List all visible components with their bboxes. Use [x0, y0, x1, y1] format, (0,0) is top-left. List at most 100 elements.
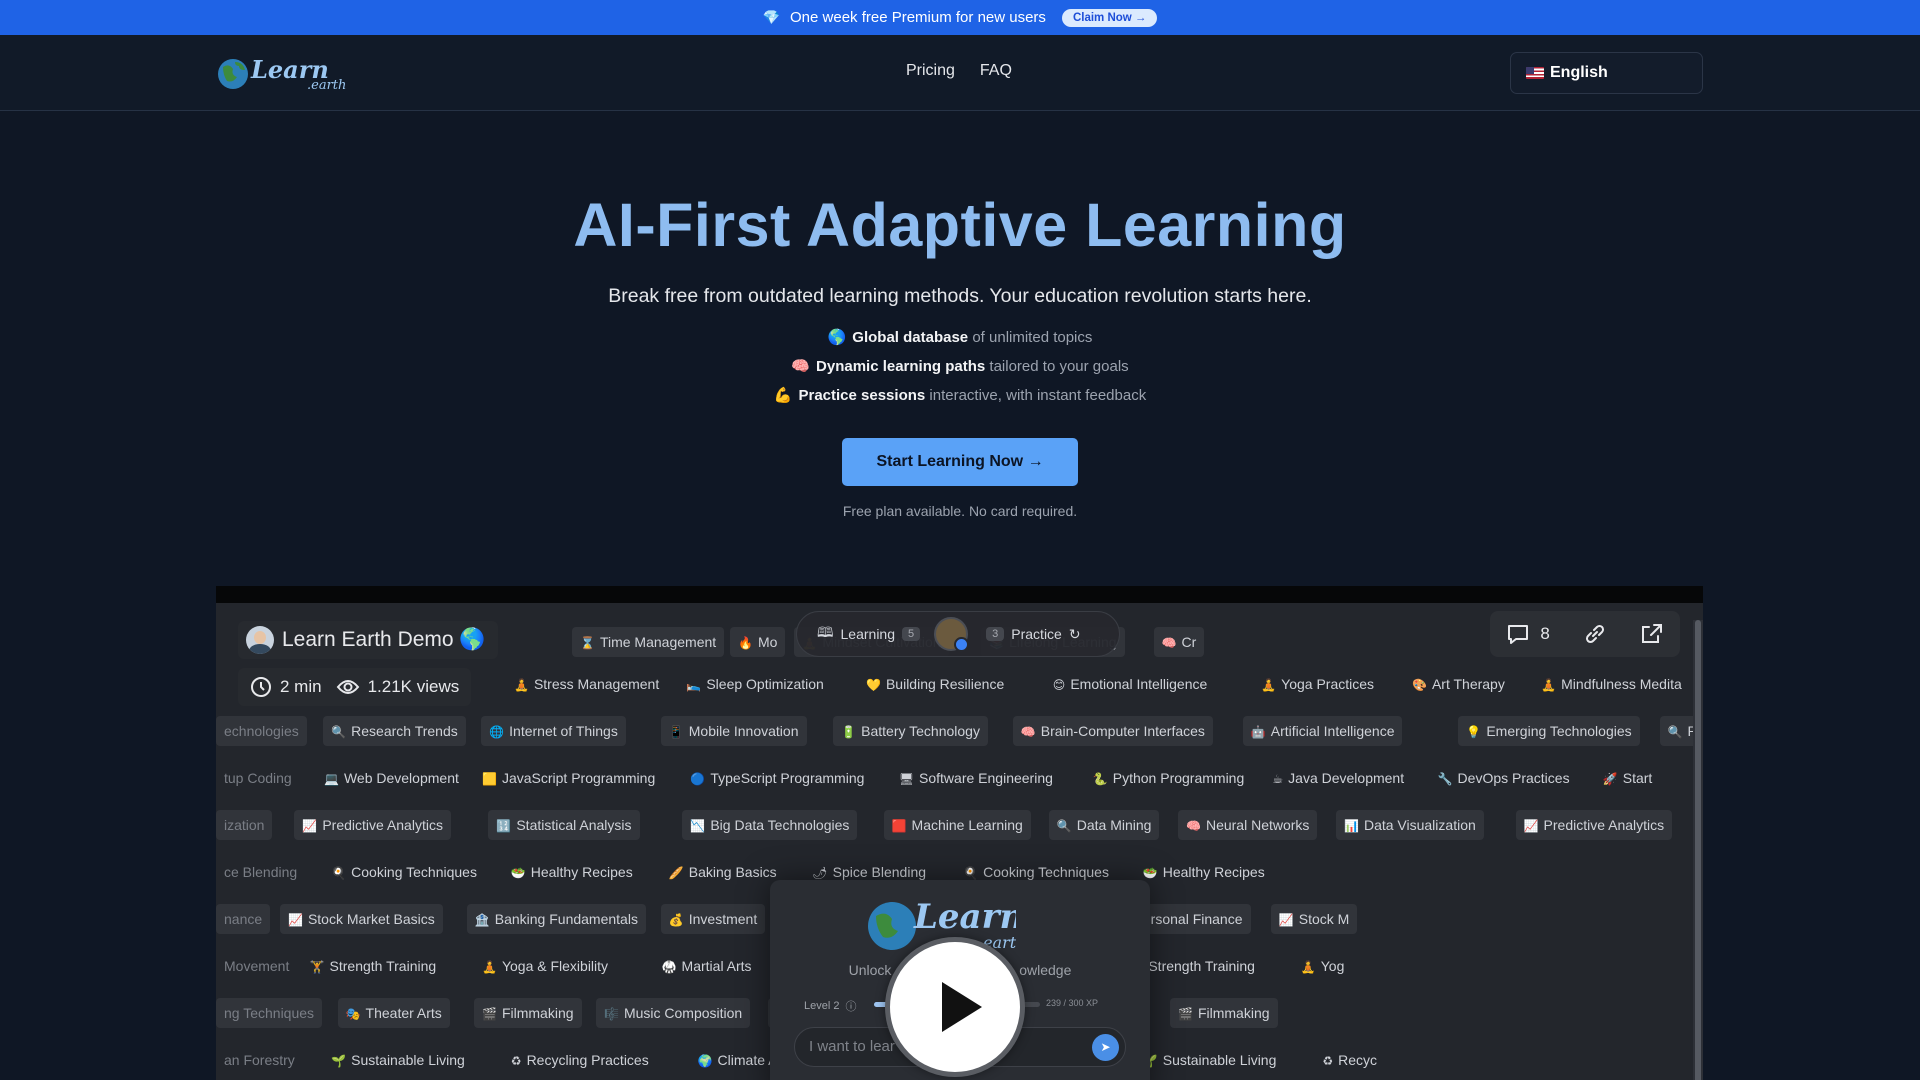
topic-label: Java Development [1288, 770, 1405, 786]
topic-pill[interactable]: 🧠 Neural Networks [1178, 810, 1318, 840]
scrollbar[interactable] [1693, 620, 1703, 1080]
topic-pill[interactable]: 🛌 Sleep Optimization [678, 669, 831, 699]
practice-tab[interactable]: 3 Practice ↻ [986, 626, 1081, 643]
topic-pill[interactable]: 🎨 Art Therapy [1404, 669, 1513, 699]
nav-pricing-link[interactable]: Pricing [906, 62, 955, 80]
topic-pill[interactable]: 🔋 Battery Technology [833, 716, 988, 746]
topic-pill[interactable]: ization [216, 810, 273, 840]
topic-pill[interactable]: echnologies [216, 716, 307, 746]
topic-pill[interactable]: 🎬 Filmmaking [474, 998, 582, 1028]
topic-pill[interactable]: 💛 Building Resilience [858, 669, 1012, 699]
topic-pill[interactable]: 🟨 JavaScript Programming [474, 763, 663, 793]
topic-pill[interactable]: 🏦 Banking Fundamentals [466, 904, 646, 934]
duration-value: 2 min [280, 677, 322, 696]
comment-icon [1508, 625, 1529, 644]
topic-pill[interactable]: ⌛ Time Management [572, 627, 725, 657]
topic-pill[interactable]: 🌐 Internet of Things [481, 716, 626, 746]
topic-pill[interactable]: 🤖 Artificial Intelligence [1242, 716, 1403, 746]
learning-tab[interactable]: 🕮 Learning 5 [817, 622, 921, 646]
topic-pill[interactable]: 📈 Predictive Analytics [294, 810, 451, 840]
topic-label: Music Composition [623, 1005, 743, 1021]
language-selector[interactable]: English [1510, 52, 1703, 94]
topic-pill[interactable]: 🧘 Yog [1293, 951, 1353, 981]
topic-icon: 📈 [1523, 819, 1539, 833]
topic-pill[interactable]: 🐍 Python Programming [1085, 763, 1252, 793]
topic-pill[interactable]: 🎭 Theater Arts [337, 998, 450, 1028]
topic-pill[interactable]: 💻 Web Development [316, 763, 467, 793]
topic-pill[interactable]: 📊 Data Visualization [1336, 810, 1484, 840]
topic-pill[interactable]: 🔍 Research Trends [323, 716, 466, 746]
video-title-chip[interactable]: Learn Earth Demo 🌎 [238, 621, 498, 659]
topic-pill[interactable]: ♻ Recycling Practices [503, 1045, 657, 1075]
topic-pill[interactable]: 🧠 Cr [1153, 627, 1205, 657]
topic-pill[interactable]: 🥗 Healthy Recipes [1135, 857, 1273, 887]
topic-pill[interactable]: 🎼 Music Composition [596, 998, 751, 1028]
topic-pill[interactable]: ng Techniques [216, 998, 323, 1028]
topic-pill[interactable]: 🚀 Start [1595, 763, 1661, 793]
topic-pill[interactable]: 🍳 Cooking Techniques [323, 857, 485, 887]
topic-pill[interactable]: 📈 Stock Market Basics [280, 904, 443, 934]
topic-pill[interactable]: 🎬 Filmmaking [1170, 998, 1278, 1028]
nav-faq-link[interactable]: FAQ [980, 62, 1012, 80]
topic-pill[interactable]: 💰 Investment [660, 904, 766, 934]
mode-toggle[interactable]: 🕮 Learning 5 3 Practice ↻ [796, 611, 1120, 657]
topic-icon: 📈 [1278, 913, 1294, 927]
topic-pill[interactable]: 🟥 Machine Learning [883, 810, 1031, 840]
topic-pill[interactable]: 🧘 Stress Management [506, 669, 667, 699]
topic-pill[interactable]: tup Coding [216, 763, 300, 793]
topic-pill[interactable]: 🔧 DevOps Practices [1430, 763, 1578, 793]
topic-pill[interactable]: 📈 Predictive Analytics [1515, 810, 1673, 840]
topic-pill[interactable]: ♻ Recyc [1314, 1045, 1385, 1075]
topic-pill[interactable]: 🧘 Yoga Practices [1253, 669, 1382, 699]
globe-icon: 🌎 [827, 329, 847, 346]
topic-pill[interactable]: 🌱 Sustainable Living [323, 1045, 473, 1075]
topic-pill[interactable]: 🔵 TypeScript Programming [682, 763, 872, 793]
topic-pill[interactable]: 🌱 Sustainable Living [1135, 1045, 1285, 1075]
topic-pill[interactable]: an Forestry [216, 1045, 303, 1075]
topic-icon: 🚀 [1602, 772, 1618, 786]
copy-link-button[interactable] [1583, 622, 1607, 646]
open-external-button[interactable] [1640, 622, 1664, 646]
topic-pill[interactable]: 📈 Stock M [1270, 904, 1358, 934]
video-meta: 2 min 1.21K views [238, 668, 472, 706]
claim-now-button[interactable]: Claim Now → [1061, 8, 1158, 27]
comments-button[interactable]: 8 [1506, 623, 1550, 645]
topic-icon: 🟥 [891, 819, 907, 833]
topic-icon: 💰 [668, 913, 684, 927]
demo-video[interactable]: ⌛Time Management🔥Mo🧘Mindset Cultivation📚… [216, 586, 1703, 1080]
topic-pill[interactable]: 🔍 Data Mining [1048, 810, 1160, 840]
topic-pill[interactable]: 🧘 Yoga & Flexibility [474, 951, 616, 981]
topic-label: Mo [757, 634, 778, 650]
send-icon[interactable]: ➤ [1092, 1034, 1119, 1061]
topic-pill[interactable]: 💡 Emerging Technologies [1458, 716, 1640, 746]
topic-pill[interactable]: 📉 Big Data Technologies [682, 810, 858, 840]
topic-pill[interactable]: Movement [216, 951, 297, 981]
topic-icon: 📈 [302, 819, 318, 833]
topic-icon: 🌶 [812, 866, 828, 880]
xp-label: 239 / 300 XP [1046, 998, 1099, 1008]
topic-pill[interactable]: 📱 Mobile Innovation [660, 716, 807, 746]
start-learning-button[interactable]: Start Learning Now → [842, 438, 1078, 486]
topic-pill[interactable]: 🖥 Software Engineering [891, 763, 1061, 793]
info-icon[interactable]: ⓘ [845, 998, 856, 1014]
topic-pill[interactable]: 😊 Emotional Intelligence [1045, 669, 1216, 699]
topic-pill[interactable]: 🏋 Strength Training [302, 951, 445, 981]
tutor-avatar [934, 617, 970, 652]
topic-label: Healthy Recipes [1162, 864, 1265, 880]
topic-pill[interactable]: 🥗 Healthy Recipes [503, 857, 641, 887]
topic-pill[interactable]: 🔢 Statistical Analysis [488, 810, 640, 840]
play-button[interactable] [885, 937, 1025, 1077]
feature-bold: Dynamic learning paths [816, 358, 986, 375]
topic-pill[interactable]: 🥋 Martial Arts [654, 951, 760, 981]
topic-pill[interactable]: ☕ Java Development [1264, 763, 1412, 793]
topic-pill[interactable]: 🧘 Mindfulness Medita [1533, 669, 1690, 699]
topic-pill[interactable]: ce Blending [216, 857, 305, 887]
topic-pill[interactable]: 🥖 Baking Basics [661, 857, 785, 887]
learn-earth-logo[interactable]: Learn .earth [215, 52, 347, 94]
topic-label: Data Visualization [1363, 817, 1476, 833]
comment-count: 8 [1540, 624, 1550, 643]
topic-pill[interactable]: 🔥 Mo [730, 627, 786, 657]
topic-pill[interactable]: nance [216, 904, 271, 934]
topic-pill[interactable]: 🧠 Brain-Computer Interfaces [1012, 716, 1213, 746]
topic-label: Emotional Intelligence [1070, 676, 1208, 692]
